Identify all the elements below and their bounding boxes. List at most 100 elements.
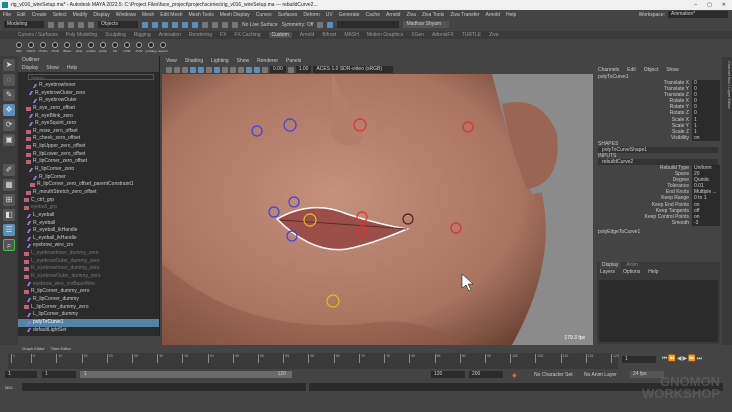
menu-select[interactable]: Select — [53, 12, 67, 18]
tab-display[interactable]: Display — [600, 262, 621, 269]
shelf-tab-custom[interactable]: Custom — [268, 32, 292, 38]
menu-help[interactable]: Help — [506, 12, 516, 18]
minimize-button[interactable]: – — [694, 2, 697, 8]
outliner-row[interactable]: R_mouthStretch_zero_offset — [18, 189, 159, 197]
shelf-tab-rendering[interactable]: Rendering — [189, 32, 212, 38]
tab-anim[interactable]: Anim — [626, 262, 637, 269]
shelf-tab-rigging[interactable]: Rigging — [134, 32, 151, 38]
workspace-dropdown[interactable]: Animation* — [668, 11, 728, 18]
menu-set-dropdown[interactable]: Modeling — [4, 21, 44, 28]
snap-grid-icon[interactable] — [172, 21, 178, 28]
shadows-icon[interactable] — [238, 66, 244, 73]
viewport-menu-show[interactable]: Show — [237, 57, 250, 65]
outliner-row[interactable]: eyebrow_wire_crvBaseWire — [18, 281, 159, 289]
menu-mesh-display[interactable]: Mesh Display — [220, 12, 250, 18]
menu-cache[interactable]: Cache — [366, 12, 380, 18]
render-settings-icon[interactable] — [232, 21, 238, 28]
outliner-row[interactable]: defaultLightSet — [18, 327, 159, 335]
playback-end-field[interactable]: 120 — [431, 371, 465, 378]
mel-label[interactable]: MEL — [5, 385, 13, 390]
menu-ziva-tools[interactable]: Ziva Tools — [422, 12, 444, 18]
outliner-layout-icon[interactable]: ◧ — [3, 209, 15, 221]
outliner-row[interactable]: R_lipCorner_zero — [18, 166, 159, 174]
auto-key-icon[interactable]: ◆ — [512, 372, 517, 379]
outliner-row[interactable]: R_lipCorner — [18, 174, 159, 182]
select-by-component-icon[interactable] — [162, 21, 168, 28]
shelf-button[interactable]: pnFlip — [98, 41, 108, 53]
xray-icon[interactable] — [246, 66, 252, 73]
shelf-tab-fx-caching[interactable]: FX Caching — [234, 32, 260, 38]
shelf-tab-bifrost[interactable]: Bifrost — [322, 32, 336, 38]
paint-select-tool-icon[interactable]: ✎ — [3, 89, 15, 101]
redo-icon[interactable] — [88, 21, 94, 28]
symmetry-dropdown[interactable]: Symmetry: Off — [282, 22, 314, 28]
current-frame-field[interactable]: 1 — [622, 356, 656, 363]
shelf-tab-arnold[interactable]: Arnold — [300, 32, 314, 38]
viewport-menu-panels[interactable]: Panels — [286, 57, 301, 65]
attribute-value[interactable]: -3 — [692, 219, 720, 226]
smooth-shade-icon[interactable] — [214, 66, 220, 73]
shelf-tab-animation[interactable]: Animation — [159, 32, 181, 38]
snap-curve-icon[interactable] — [182, 21, 188, 28]
show-modeling-toolkit-icon[interactable] — [317, 21, 324, 28]
outliner-row[interactable]: R_eyebrowOuter_zero — [18, 90, 159, 98]
maximize-button[interactable]: ▢ — [707, 2, 712, 8]
outliner-row[interactable]: R_lipCorner_dummy_zero — [18, 288, 159, 296]
snap-point-icon[interactable] — [192, 21, 198, 28]
outliner-row[interactable]: R_lipCorner_zero_offset_parentConstraint… — [18, 181, 159, 189]
last-tool-icon[interactable]: ✐ — [3, 164, 15, 176]
menu-display[interactable]: Display — [93, 12, 109, 18]
shelf-tab-turtle[interactable]: TURTLE — [462, 32, 481, 38]
shelf-button[interactable]: pFlip — [74, 41, 84, 53]
3d-viewport[interactable]: 179.3 fps — [162, 74, 593, 345]
outliner-row[interactable]: eyeball_grp — [18, 204, 159, 212]
select-by-object-icon[interactable] — [152, 21, 158, 28]
outliner-row[interactable]: L_lipCorner_dummy — [18, 311, 159, 319]
outliner-row[interactable]: R_eyeball — [18, 220, 159, 228]
shelf-button[interactable]: zTGDn — [38, 41, 48, 53]
menu-arnold[interactable]: Arnold — [386, 12, 400, 18]
outliner-row[interactable]: L_lipCorner_dummy_zero — [18, 304, 159, 312]
textured-icon[interactable] — [222, 66, 228, 73]
menu-ziva[interactable]: Ziva — [406, 12, 415, 18]
ipr-render-icon[interactable] — [222, 21, 228, 28]
menu-uv[interactable]: UV — [326, 12, 333, 18]
film-gate-icon[interactable] — [198, 66, 204, 73]
shelf-tab-poly-modeling[interactable]: Poly Modeling — [66, 32, 97, 38]
shelf-button[interactable]: PVW — [134, 41, 144, 53]
shelf-button[interactable]: depUnr — [158, 41, 168, 53]
outliner-row[interactable]: R_nose_zero_offset — [18, 128, 159, 136]
exposure-field[interactable]: 0.00 — [270, 66, 286, 73]
shelf-tab-xgen[interactable]: XGen — [411, 32, 424, 38]
wireframe-icon[interactable] — [206, 66, 212, 73]
colorspace-dropdown[interactable]: ACES 1.0 SDR-video (sRGB) — [313, 66, 394, 73]
layers-menu[interactable]: Layers — [600, 269, 615, 276]
outliner-row[interactable]: L_eyebrowInner_dummy_zero — [18, 250, 159, 258]
attribute-row[interactable]: Smooth -3 — [594, 219, 722, 226]
tab-time-editor[interactable]: Time Editor — [51, 345, 71, 353]
shelf-button[interactable]: zMirrX — [26, 41, 36, 53]
channel-menu-show[interactable]: Show — [666, 66, 679, 74]
live-surface-label[interactable]: No Live Surface — [242, 22, 278, 28]
time-slider[interactable]: 1 5 10 15 20 25 30 35 40 45 50 55 60 65 70 75 80 85 90 95 10… — [8, 353, 619, 369]
select-by-hierarchy-icon[interactable] — [142, 21, 148, 28]
outliner-row[interactable]: R_lipCorner_zero_offset — [18, 158, 159, 166]
gamma-field[interactable]: 1.00 — [295, 66, 312, 73]
menu-edit-mesh[interactable]: Edit Mesh — [160, 12, 182, 18]
shelf-tab-fx[interactable]: FX — [220, 32, 226, 38]
outliner-toggle-icon[interactable]: ☰ — [3, 224, 15, 236]
shelf-tab-motion-graphics[interactable]: Motion Graphics — [367, 32, 403, 38]
shelf-tab-curves-surfaces[interactable]: Curves / Surfaces — [18, 32, 58, 38]
scale-tool-icon[interactable]: ▣ — [3, 134, 15, 146]
menu-curves[interactable]: Curves — [256, 12, 272, 18]
lights-icon[interactable] — [230, 66, 236, 73]
menu-edit[interactable]: Edit — [17, 12, 26, 18]
attribute-value[interactable]: on — [692, 134, 720, 141]
outliner-row[interactable]: R_lipUpper_zero_offset — [18, 143, 159, 151]
menu-windows[interactable]: Windows — [116, 12, 136, 18]
shelf-tab-ziva[interactable]: Ziva — [489, 32, 498, 38]
start-frame-field[interactable]: 1 — [5, 371, 37, 378]
outliner-row[interactable]: polyToCurve1 — [18, 318, 159, 327]
shelf-tab-mash[interactable]: MASH — [344, 32, 358, 38]
command-search-field[interactable] — [337, 21, 400, 28]
